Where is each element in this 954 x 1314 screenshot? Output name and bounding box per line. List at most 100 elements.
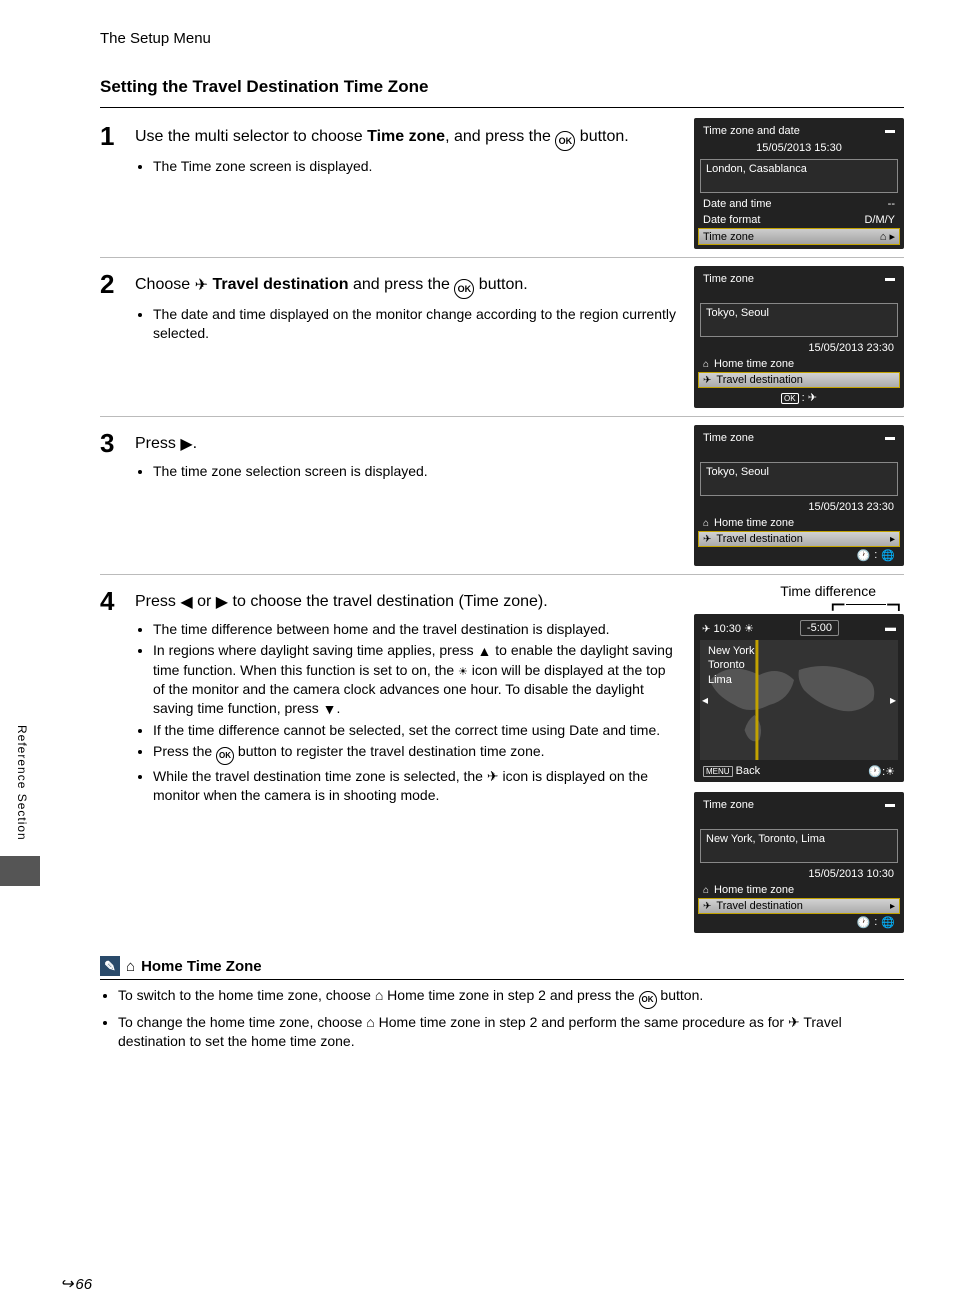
down-arrow-icon: ▼	[323, 700, 337, 719]
ok-icon: OK	[454, 279, 474, 299]
text-bold: Home time zone	[387, 987, 489, 1003]
text: While the travel destination time zone i…	[153, 768, 487, 784]
home-icon: ⌂ ▸	[880, 230, 895, 243]
screen-datetime: 15/05/2013 10:30	[698, 866, 900, 882]
note-bullet1: To switch to the home time zone, choose …	[118, 986, 904, 1009]
home-icon: ⌂	[366, 1014, 374, 1030]
side-tab-label: Reference Section	[14, 720, 30, 846]
step-number: 2	[100, 266, 120, 408]
step2-instruction: Choose ✈ Travel destination and press th…	[135, 274, 679, 299]
screen-timezone-4b: Time zone▬ New York, Toronto, Lima 15/05…	[694, 792, 904, 933]
step4-bullet3: If the time difference cannot be selecte…	[153, 721, 679, 740]
opt-home: Home time zone	[714, 358, 794, 370]
daylight-icon: ☀	[885, 766, 895, 778]
text: button.	[575, 128, 628, 145]
text: If the time difference cannot be selecte…	[153, 722, 569, 738]
text: In regions where daylight saving time ap…	[153, 642, 478, 658]
plane-icon: ✈	[703, 901, 711, 912]
travel-mode-icon: ✈	[487, 768, 499, 784]
plane-icon: ✈	[788, 1014, 800, 1030]
text: or	[193, 593, 216, 610]
step4-bullet2: In regions where daylight saving time ap…	[153, 641, 679, 719]
screen-title: Time zone	[703, 432, 754, 444]
right-arrow-icon: ▶	[180, 434, 192, 456]
text: .	[193, 435, 197, 452]
text-bold: Date and time	[569, 722, 656, 738]
step-2: 2 Choose ✈ Travel destination and press …	[100, 266, 904, 417]
step4-bullet1: The time difference between home and the…	[153, 620, 679, 639]
step1-instruction: Use the multi selector to choose Time zo…	[135, 126, 679, 151]
text: button to register the travel destinatio…	[234, 743, 545, 759]
opt-travel-selected: Travel destination	[716, 533, 802, 545]
text: to choose the travel destination (Time z…	[228, 593, 548, 610]
text-bold: Home time zone	[379, 1014, 481, 1030]
text: to set the home time zone.	[186, 1033, 355, 1049]
map-time: 10:30	[713, 623, 741, 635]
text: To switch to the home time zone, choose	[118, 987, 375, 1003]
step4-instruction: Press ◀ or ▶ to choose the travel destin…	[135, 591, 679, 614]
text: screen is displayed.	[246, 158, 373, 174]
map-diff: -5:00	[800, 620, 839, 636]
menu-button-icon: MENU	[703, 766, 733, 777]
step-3: 3 Press ▶. The time zone selection scree…	[100, 425, 904, 575]
battery-icon: ▬	[885, 125, 895, 137]
home-icon: ⌂	[703, 359, 709, 370]
screen-title: Time zone	[703, 273, 754, 285]
step4-bullet4: Press the OK button to register the trav…	[153, 742, 679, 765]
opt-home: Home time zone	[714, 517, 794, 529]
plane-icon: ✈	[195, 275, 208, 297]
note-bullet2: To change the home time zone, choose ⌂ H…	[118, 1013, 904, 1052]
daylight-icon: ☀	[458, 666, 468, 678]
text: The	[153, 158, 181, 174]
menu-date-format: Date format	[703, 214, 760, 226]
step3-bullet: The time zone selection screen is displa…	[153, 462, 679, 481]
battery-icon: ▬	[885, 273, 895, 285]
ok-icon: OK	[216, 747, 234, 765]
text: Press	[135, 593, 180, 610]
screen-title: Time zone	[703, 799, 754, 811]
plane-icon: ✈	[702, 624, 710, 635]
plane-icon: ✈	[703, 534, 711, 545]
ok-icon: OK	[555, 131, 575, 151]
text: .	[656, 722, 660, 738]
page-footer: ↪66	[60, 1274, 92, 1294]
screen-timezone-3: Time zone▬ Tokyo, Seoul 15/05/2013 23:30…	[694, 425, 904, 566]
globe-icon: 🌐	[881, 549, 895, 562]
note-home-time-zone: ✎ ⌂ Home Time Zone To switch to the home…	[100, 956, 904, 1052]
battery-icon: ▬	[885, 799, 895, 811]
screen-datetime: 15/05/2013 23:30	[698, 340, 900, 356]
home-icon: ⌂	[703, 885, 709, 896]
text: and press the	[349, 276, 455, 293]
clock-icon: 🕐	[868, 766, 882, 778]
text: Press	[135, 435, 180, 452]
step3-instruction: Press ▶.	[135, 433, 679, 456]
side-tab: Reference Section	[14, 720, 30, 846]
text-bold: Travel destination	[212, 276, 348, 293]
text: Choose	[135, 276, 195, 293]
world-map: New York Toronto Lima ◂ ▸	[700, 640, 898, 760]
screen-title: Time zone and date	[703, 125, 800, 137]
step-number: 1	[100, 118, 120, 249]
map-right-arrow-icon: ▸	[890, 693, 896, 707]
text: .	[337, 700, 341, 716]
text: Press the	[153, 743, 216, 759]
text-bold: Time zone	[367, 128, 445, 145]
screen-zone: Tokyo, Seoul	[700, 303, 898, 337]
left-arrow-icon: ◀	[180, 592, 192, 614]
map-left-arrow-icon: ◂	[702, 693, 708, 707]
clock-icon: 🕐	[857, 549, 871, 562]
map-city: Toronto	[708, 658, 754, 672]
step-4: 4 Press ◀ or ▶ to choose the travel dest…	[100, 583, 904, 941]
battery-icon: ▬	[885, 432, 895, 444]
text: , and press the	[445, 128, 555, 145]
daylight-icon: ☀	[744, 623, 754, 635]
rule	[100, 107, 904, 108]
up-arrow-icon: ▲	[478, 642, 492, 661]
screen-zone: Tokyo, Seoul	[700, 462, 898, 496]
menu-value: --	[888, 198, 895, 210]
opt-travel-selected: Travel destination	[716, 374, 802, 386]
text: button.	[657, 987, 704, 1003]
clock-icon: 🕐	[857, 916, 871, 929]
step2-bullet: The date and time displayed on the monit…	[153, 305, 679, 343]
opt-home: Home time zone	[714, 884, 794, 896]
